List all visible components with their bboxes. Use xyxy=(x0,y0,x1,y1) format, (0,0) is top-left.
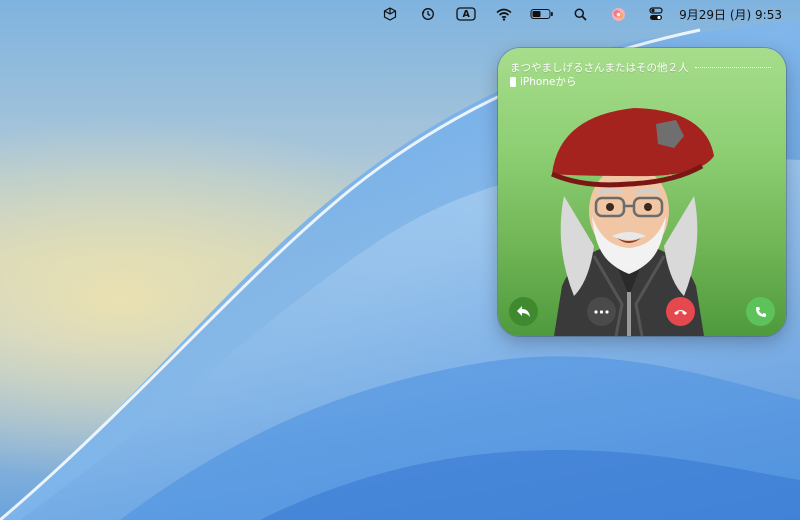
caller-name: まつやましげるさんまたはその他２人 xyxy=(510,62,689,74)
wifi-icon[interactable] xyxy=(485,0,523,28)
input-method-label: A xyxy=(462,8,470,20)
accept-call-button[interactable] xyxy=(746,297,775,326)
battery-icon[interactable] xyxy=(523,0,561,28)
iphone-icon xyxy=(510,76,516,87)
reply-icon xyxy=(517,306,530,317)
time-machine-icon[interactable] xyxy=(409,0,447,28)
menu-bar: A 9月29日 (月) 9:53 xyxy=(0,0,800,28)
cube-icon[interactable] xyxy=(371,0,409,28)
more-options-button[interactable] xyxy=(587,297,616,326)
caller-name-overflow xyxy=(695,67,771,69)
more-icon xyxy=(594,309,609,314)
accept-icon xyxy=(755,306,766,317)
control-center-icon[interactable] xyxy=(637,0,675,28)
call-source-label: iPhoneから xyxy=(520,76,577,88)
caller-memoji-avatar xyxy=(550,108,714,336)
input-method-icon[interactable]: A xyxy=(447,0,485,28)
incoming-call-notification[interactable]: まつやましげるさんまたはその他２人 iPhoneから xyxy=(498,48,786,336)
call-source: iPhoneから xyxy=(510,74,576,89)
siri-icon[interactable] xyxy=(599,0,637,28)
reply-with-message-button[interactable] xyxy=(509,297,538,326)
decline-call-button[interactable] xyxy=(666,297,695,326)
menubar-clock[interactable]: 9月29日 (月) 9:53 xyxy=(675,6,786,23)
decline-icon xyxy=(674,309,687,315)
spotlight-icon[interactable] xyxy=(561,0,599,28)
